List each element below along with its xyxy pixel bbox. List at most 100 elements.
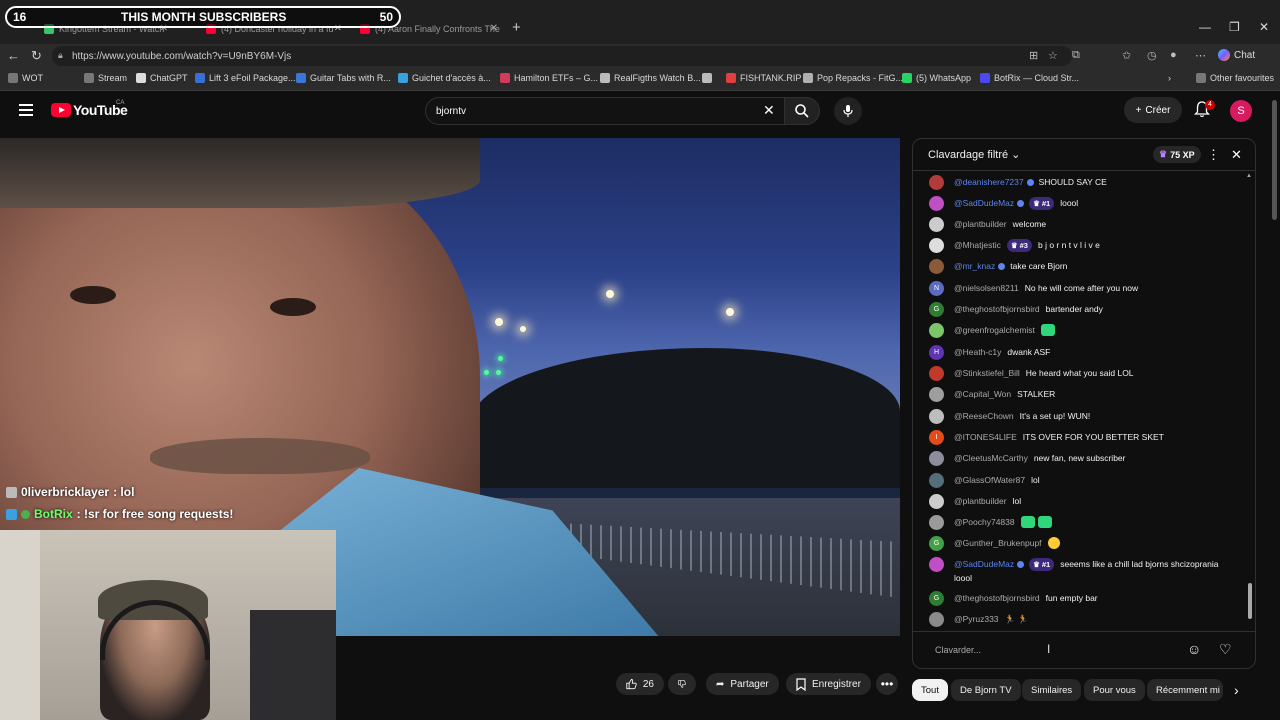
message-author[interactable]: @Poochy74838 [954,517,1015,527]
chat-message[interactable]: @GlassOfWater87 lol [929,471,1040,489]
chat-message[interactable]: @Pyruz333 🏃 🏃 [929,610,1028,628]
message-author[interactable]: @Mhatjestic [954,240,1001,250]
url-field[interactable]: 🔒︎ https://www.youtube.com/watch?v=U9nBY… [52,46,1072,66]
user-avatar[interactable] [929,322,944,338]
favorite-star-icon[interactable]: ☆ [1048,49,1058,62]
user-avatar[interactable]: G [929,301,944,317]
bookmark-item[interactable]: Pop Repacks - FitG... [803,73,903,83]
message-author[interactable]: @mr_knaz [954,261,995,271]
page-scrollbar-thumb[interactable] [1272,100,1277,220]
chat-message[interactable]: @mr_knaz take care Bjorn [929,257,1067,275]
dislike-button[interactable] [668,673,696,695]
history-icon[interactable]: ◷ [1147,49,1157,62]
scroll-up-icon[interactable]: ▲ [1246,173,1252,179]
user-avatar[interactable] [929,258,944,274]
bookmark-item[interactable]: RealFigths Watch B... [600,73,701,83]
emoji-icon[interactable]: ☺ [1187,641,1201,657]
bookmark-item[interactable] [702,73,716,83]
user-avatar[interactable] [929,386,944,402]
message-author[interactable]: @nielsolsen8211 [954,283,1019,293]
message-author[interactable]: @GlassOfWater87 [954,475,1025,485]
user-avatar[interactable] [929,237,944,253]
chip-all[interactable]: Tout [912,679,948,701]
chat-message[interactable]: @CleetusMcCarthy new fan, new subscriber [929,449,1126,467]
other-favourites-folder[interactable]: Other favourites [1196,73,1274,83]
user-avatar[interactable]: H [929,344,944,360]
chat-message[interactable]: @plantbuilder lol [929,492,1021,510]
message-author[interactable]: @deanishere7237 [954,177,1024,187]
message-author[interactable]: @greenfrogalchemist [954,325,1035,335]
message-author[interactable]: @SadDudeMaz [954,559,1014,569]
chat-message[interactable]: @Mhatjestic ♛ #3 b j o r n t v l i v e [929,236,1100,254]
account-avatar[interactable]: S [1230,100,1252,122]
user-avatar[interactable] [929,450,944,466]
message-author[interactable]: @plantbuilder [954,496,1007,506]
chat-message[interactable]: G @Gunther_Brukenpupf [929,534,1060,552]
bookmark-item[interactable]: WOT [8,73,43,83]
user-avatar[interactable] [929,195,944,211]
chip-recent[interactable]: Récemment mi [1147,679,1223,701]
user-avatar[interactable] [929,611,944,627]
user-avatar[interactable] [929,493,944,509]
xp-badge[interactable]: ♛ 75 XP [1153,146,1201,163]
share-button[interactable]: ➦ Partager [706,673,779,695]
chat-message[interactable]: I @ITONES4LIFE ITS OVER FOR YOU BETTER SKE… [929,428,1164,446]
chat-message[interactable]: @SadDudeMaz ♛ #1 loool [929,194,1078,212]
chat-message[interactable]: G @theghostofbjornsbird fun empty bar [929,589,1098,607]
chevron-right-icon[interactable]: › [1234,682,1239,698]
bookmark-item[interactable]: Guitar Tabs with R... [296,73,391,83]
close-icon[interactable]: ✕ [490,23,498,34]
search-button[interactable] [784,97,820,125]
message-author[interactable]: @Heath-c1y [954,347,1001,357]
extensions-icon[interactable]: ⧉ [1072,49,1080,62]
chat-message[interactable]: @deanishere7237 SHOULD SAY CE [929,173,1107,191]
message-author[interactable]: @plantbuilder [954,219,1007,229]
user-avatar[interactable]: G [929,590,944,606]
more-actions-button[interactable]: ••• [876,673,898,695]
message-author[interactable]: @theghostofbjornsbird [954,304,1040,314]
user-avatar[interactable] [929,514,944,530]
user-avatar[interactable] [929,556,944,572]
user-avatar[interactable] [929,216,944,232]
search-input[interactable]: bjorntv [425,97,784,125]
split-screen-icon[interactable]: ⊞ [1029,49,1038,62]
chat-message[interactable]: @Stinkstiefel_Bill He heard what you said… [929,364,1134,382]
maximize-button[interactable]: ❐ [1229,20,1240,34]
message-author[interactable]: @Capital_Won [954,389,1011,399]
message-author[interactable]: @ITONES4LIFE [954,432,1017,442]
user-avatar[interactable] [929,472,944,488]
message-author[interactable]: @Stinkstiefel_Bill [954,368,1020,378]
chat-message[interactable]: @Capital_Won STALKER [929,385,1055,403]
bookmark-item[interactable]: (5) WhatsApp [902,73,971,83]
chat-message[interactable]: N @nielsolsen8211 No he will come after yo… [929,279,1138,297]
message-author[interactable]: @CleetusMcCarthy [954,453,1028,463]
bookmark-item[interactable]: Lift 3 eFoil Package... [195,73,296,83]
user-avatar[interactable]: I [929,429,944,445]
favorites-icon[interactable]: ✩ [1122,49,1131,62]
minimize-button[interactable]: — [1199,20,1211,34]
youtube-logo-icon[interactable] [51,103,71,117]
copilot-chat-button[interactable]: Chat [1218,49,1255,61]
bookmark-item[interactable]: Hamilton ETFs – G... [500,73,598,83]
chat-options-icon[interactable]: ⋮ [1207,147,1220,163]
chat-message[interactable]: @greenfrogalchemist [929,321,1058,339]
user-avatar[interactable] [929,365,944,381]
chat-message[interactable]: @SadDudeMaz ♛ #1 seeems like a chill lad bj… [929,555,1219,573]
message-author[interactable]: @Gunther_Brukenpupf [954,538,1042,548]
chat-message[interactable]: H @Heath-c1y dwank ASF [929,343,1050,361]
close-chat-icon[interactable]: ✕ [1231,147,1242,163]
chip-for-you[interactable]: Pour vous [1084,679,1145,701]
chat-input[interactable]: Clavarder... [925,640,1185,660]
back-button[interactable]: ← [7,48,20,63]
close-window-button[interactable]: ✕ [1259,20,1269,34]
reload-button[interactable]: ↻ [31,48,42,64]
chip-from-channel[interactable]: De Bjorn TV [951,679,1021,701]
bookmark-item[interactable]: FISHTANK.RIP [726,73,801,83]
message-author[interactable]: @ReeseChown [954,411,1014,421]
menu-dots-icon[interactable]: ⋯ [1195,49,1206,62]
message-author[interactable]: @Pyruz333 [954,614,999,624]
clear-search-icon[interactable]: ✕ [763,102,775,119]
chat-message[interactable]: G @theghostofbjornsbird bartender andy [929,300,1103,318]
bookmark-item[interactable]: Stream [84,73,127,83]
user-avatar[interactable] [929,408,944,424]
